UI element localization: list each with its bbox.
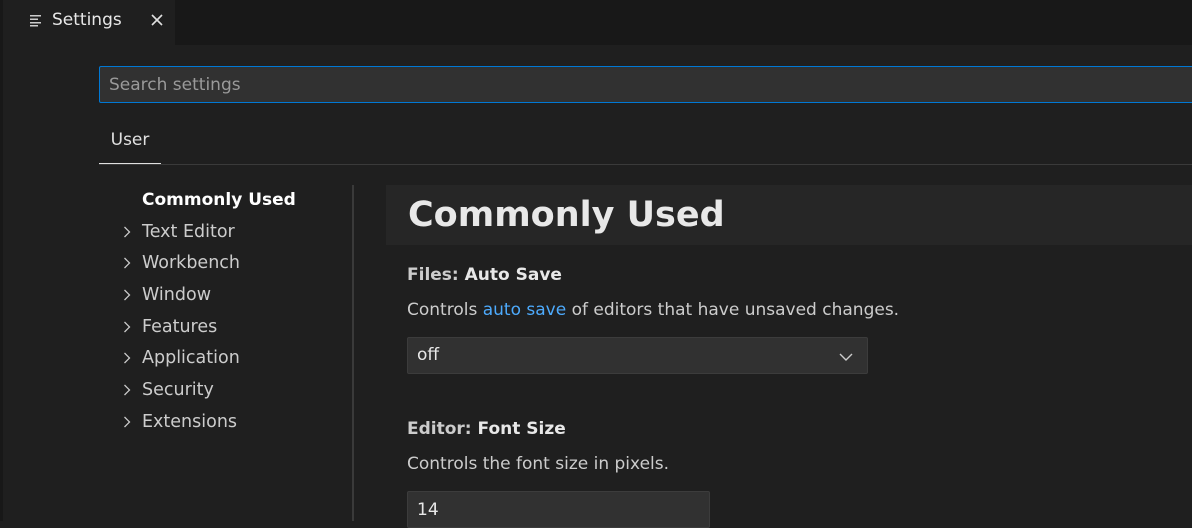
setting-name: Font Size [477,419,566,439]
setting-title-font-size: Editor: Font Size [407,418,566,440]
font-size-input[interactable] [407,491,710,528]
toc-item-window[interactable]: Window [115,282,345,308]
toc-item-label: Security [142,380,214,400]
auto-save-select[interactable]: off [407,337,868,374]
select-value: off [417,345,440,365]
scope-divider [99,164,1192,165]
chevron-right-icon [124,416,131,428]
chevron-right-icon [124,321,131,333]
chevron-right-icon [124,226,131,238]
toc-divider [352,185,354,521]
auto-save-link[interactable]: auto save [483,300,566,320]
toc-item-label: Extensions [142,412,238,432]
chevron-down-icon [839,353,853,361]
toc-item-extensions[interactable]: Extensions [115,409,345,435]
tab-bar: Settings [0,0,1192,45]
chevron-right-icon [124,289,131,301]
desc-text: Controls the font size in pixels. [407,454,670,474]
toc-item-commonly-used[interactable]: Commonly Used [115,187,345,213]
toc-item-workbench[interactable]: Workbench [115,250,345,276]
chevron-right-icon [124,384,131,396]
toc-item-application[interactable]: Application [115,345,345,371]
toc-item-label: Features [142,317,218,337]
toc-item-label: Workbench [142,253,240,273]
tab-user-scope[interactable]: User [99,126,161,164]
toc-item-text-editor[interactable]: Text Editor [115,219,345,245]
setting-category: Files: [407,265,465,285]
toc-item-label: Application [142,348,240,368]
setting-category: Editor: [407,419,478,439]
window-edge [0,0,3,521]
desc-text: Controls [407,300,483,320]
setting-title-auto-save: Files: Auto Save [407,264,562,286]
toc-item-security[interactable]: Security [115,377,345,403]
close-icon[interactable] [149,12,165,28]
chevron-right-icon [124,352,131,364]
section-title: Commonly Used [408,195,725,235]
tab-title: Settings [52,10,122,30]
desc-text: of editors that have unsaved changes. [566,300,900,320]
toc-item-label: Window [142,285,212,305]
toc-item-label: Commonly Used [142,190,296,210]
toc-item-features[interactable]: Features [115,314,345,340]
search-input[interactable] [99,66,1192,103]
toc-item-label: Text Editor [142,222,235,242]
chevron-right-icon [124,257,131,269]
tab-settings[interactable]: Settings [3,0,175,45]
settings-list-icon [30,15,41,27]
section-header: Commonly Used [386,185,1192,245]
setting-name: Auto Save [464,265,562,285]
setting-description-auto-save: Controls auto save of editors that have … [407,299,899,321]
setting-description-font-size: Controls the font size in pixels. [407,453,669,475]
